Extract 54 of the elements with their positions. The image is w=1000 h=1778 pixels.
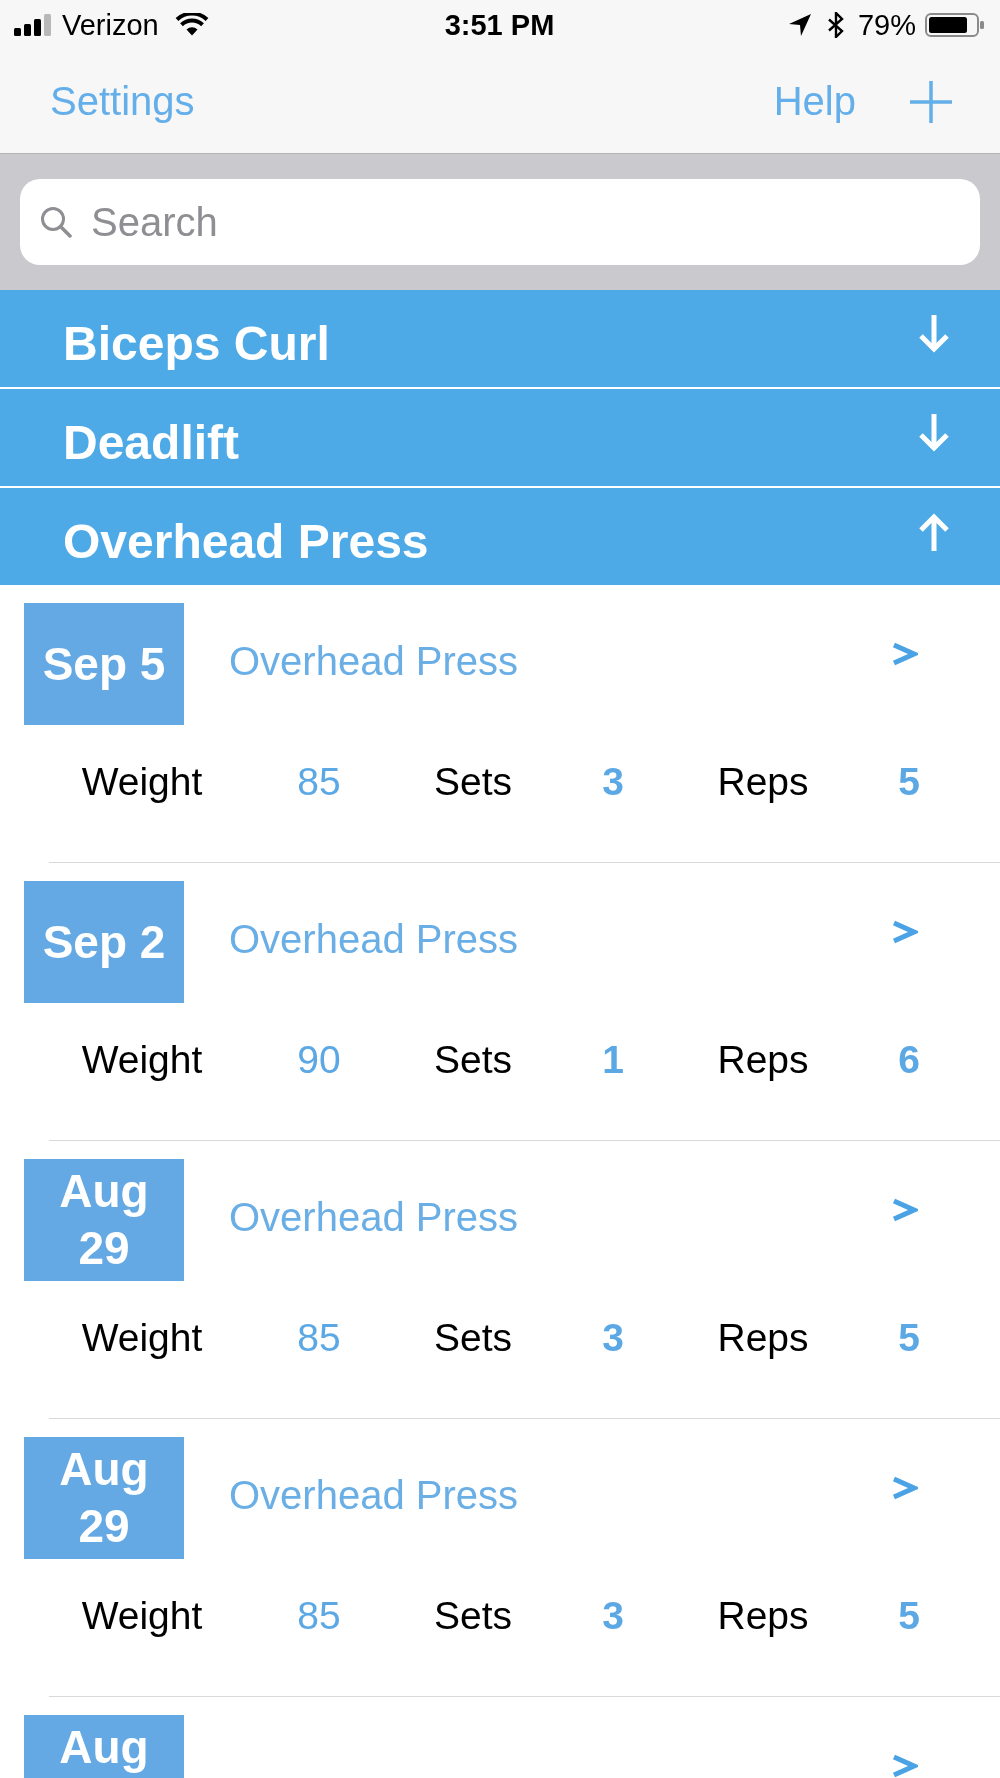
stat-label: Sets (433, 1316, 512, 1360)
date-tile: Aug 29 (24, 1159, 184, 1281)
date-tile: Aug 29 (24, 1437, 184, 1559)
plus-icon[interactable] (910, 80, 952, 123)
stat-label: Reps (717, 1594, 809, 1638)
chevron-right-icon[interactable] (892, 1198, 918, 1222)
settings-button[interactable]: Settings (50, 79, 195, 124)
search-field[interactable]: Search (20, 179, 980, 265)
section-header[interactable]: Deadlift (0, 387, 1000, 486)
stat-label: Reps (717, 760, 809, 804)
battery-percent: 79% (857, 8, 916, 42)
stat-label: Reps (717, 1316, 809, 1360)
exercise-name: Overhead Press (229, 1194, 519, 1240)
stat-value: 3 (602, 760, 624, 804)
stat-value: 5 (898, 760, 920, 804)
stat-value: 5 (898, 1594, 920, 1638)
chevron-right-icon[interactable] (892, 1476, 918, 1500)
stat-label: Sets (433, 760, 512, 804)
location-arrow-icon (788, 14, 811, 36)
chevron-right-icon[interactable] (892, 642, 918, 666)
section-header[interactable]: Biceps Curl (0, 290, 1000, 387)
chevron-right-icon[interactable] (892, 1754, 918, 1778)
search-icon (40, 206, 72, 238)
stat-value: 3 (602, 1316, 624, 1360)
stat-label: Weight (81, 1316, 203, 1360)
stat-label: Sets (433, 1038, 512, 1082)
battery-icon (925, 13, 985, 37)
stat-value: 5 (898, 1316, 920, 1360)
date-tile: Aug (24, 1715, 184, 1778)
stat-label: Weight (81, 760, 203, 804)
carrier-name: Verizon (62, 8, 159, 42)
wifi-icon (174, 13, 209, 37)
stat-value: 6 (898, 1038, 920, 1082)
stat-label: Reps (717, 1038, 809, 1082)
exercise-name: Overhead Press (229, 638, 519, 684)
stat-value: 85 (297, 760, 341, 804)
date-tile: Sep 2 (24, 881, 184, 1003)
exercise-name: Overhead Press (229, 916, 519, 962)
signal-icon (14, 14, 52, 36)
stat-value: 1 (602, 1038, 624, 1082)
stat-label: Weight (81, 1038, 203, 1082)
stat-value: 85 (297, 1316, 341, 1360)
stat-value: 3 (602, 1594, 624, 1638)
date-tile: Sep 5 (24, 603, 184, 725)
section-header[interactable]: Overhead Press (0, 486, 1000, 585)
stat-label: Sets (433, 1594, 512, 1638)
exercise-name: Overhead Press (229, 1472, 519, 1518)
help-button[interactable]: Help (773, 79, 856, 124)
chevron-right-icon[interactable] (892, 920, 918, 944)
bluetooth-icon (826, 12, 845, 38)
stat-value: 90 (297, 1038, 341, 1082)
status-time: 3:51 PM (444, 8, 555, 42)
stat-value: 85 (297, 1594, 341, 1638)
stat-label: Weight (81, 1594, 203, 1638)
